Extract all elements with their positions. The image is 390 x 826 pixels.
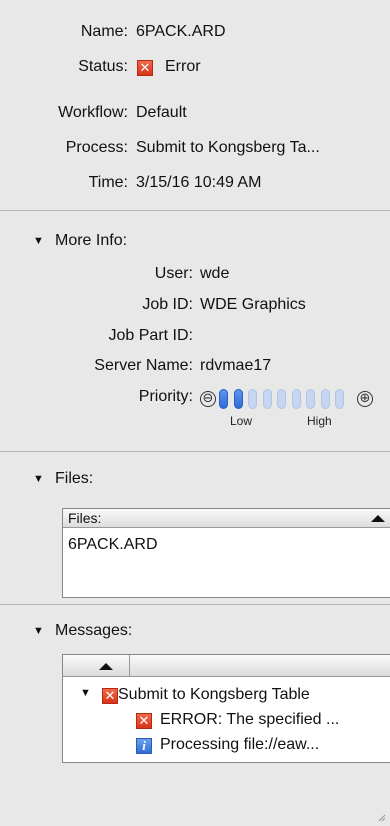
job-part-id-label: Job Part ID:: [108, 327, 193, 344]
priority-pill[interactable]: [306, 389, 315, 409]
priority-high-label: High: [307, 414, 332, 428]
message-text[interactable]: Processing file://eaw...: [160, 736, 319, 754]
priority-pill[interactable]: [291, 389, 301, 409]
priority-low-label: Low: [230, 414, 253, 428]
column-divider: [129, 655, 130, 676]
message-parent-text[interactable]: Submit to Kongsberg Table: [118, 686, 310, 704]
file-row[interactable]: 6PACK.ARD: [68, 536, 158, 554]
divider: [0, 451, 390, 452]
error-icon: ✕: [102, 688, 118, 704]
job-info-panel: Name: 6PACK.ARD Status: ✕ Error Workflow…: [0, 0, 390, 826]
status-label: Status:: [78, 58, 128, 75]
files-table[interactable]: Files: 6PACK.ARD: [62, 508, 390, 598]
priority-increase-icon[interactable]: ⊕: [357, 391, 373, 407]
divider: [0, 210, 390, 211]
name-label: Name:: [80, 23, 128, 40]
info-icon: i: [136, 738, 152, 754]
workflow-label: Workflow:: [58, 104, 128, 121]
priority-pill[interactable]: [335, 389, 344, 409]
disclosure-triangle-icon[interactable]: ▼: [33, 471, 44, 487]
name-value: 6PACK.ARD: [136, 23, 226, 40]
priority-label: Priority:: [138, 388, 193, 405]
job-id-value: WDE Graphics: [200, 296, 306, 313]
sort-ascending-icon[interactable]: [99, 663, 113, 670]
status-value: Error: [165, 58, 201, 75]
files-column-label: Files:: [68, 510, 102, 526]
user-label: User:: [154, 265, 193, 282]
server-name-value: rdvmae17: [200, 357, 272, 374]
priority-pill[interactable]: [320, 389, 330, 409]
sort-ascending-icon[interactable]: [371, 515, 385, 522]
more-info-header[interactable]: More Info:: [55, 232, 127, 250]
error-icon: ✕: [137, 60, 153, 76]
disclosure-triangle-icon[interactable]: ▼: [80, 685, 91, 701]
priority-pill[interactable]: [277, 389, 286, 409]
process-value: Submit to Kongsberg Ta...: [136, 139, 320, 156]
priority-pill[interactable]: [262, 389, 272, 409]
message-text[interactable]: ERROR: The specified ...: [160, 711, 339, 729]
files-column-header[interactable]: Files:: [63, 509, 390, 528]
server-name-label: Server Name:: [94, 357, 193, 374]
user-value: wde: [200, 265, 230, 282]
messages-header[interactable]: Messages:: [55, 622, 132, 640]
disclosure-triangle-icon[interactable]: ▼: [33, 233, 44, 249]
priority-pill[interactable]: [248, 389, 257, 409]
divider: [0, 604, 390, 605]
priority-pill[interactable]: [219, 389, 228, 409]
disclosure-triangle-icon[interactable]: ▼: [33, 623, 44, 639]
messages-column-header[interactable]: [63, 655, 390, 677]
time-label: Time:: [88, 174, 128, 191]
files-header[interactable]: Files:: [55, 470, 93, 488]
workflow-value: Default: [136, 104, 187, 121]
error-icon: ✕: [136, 713, 152, 729]
job-id-label: Job ID:: [142, 296, 193, 313]
priority-decrease-icon[interactable]: ⊖: [200, 391, 216, 407]
time-value: 3/15/16 10:49 AM: [136, 174, 262, 191]
messages-table[interactable]: ▼ ✕ Submit to Kongsberg Table ✕ ERROR: T…: [62, 654, 390, 763]
process-label: Process:: [65, 139, 128, 156]
priority-pill[interactable]: [233, 389, 243, 409]
resize-grip-icon[interactable]: [376, 812, 386, 822]
